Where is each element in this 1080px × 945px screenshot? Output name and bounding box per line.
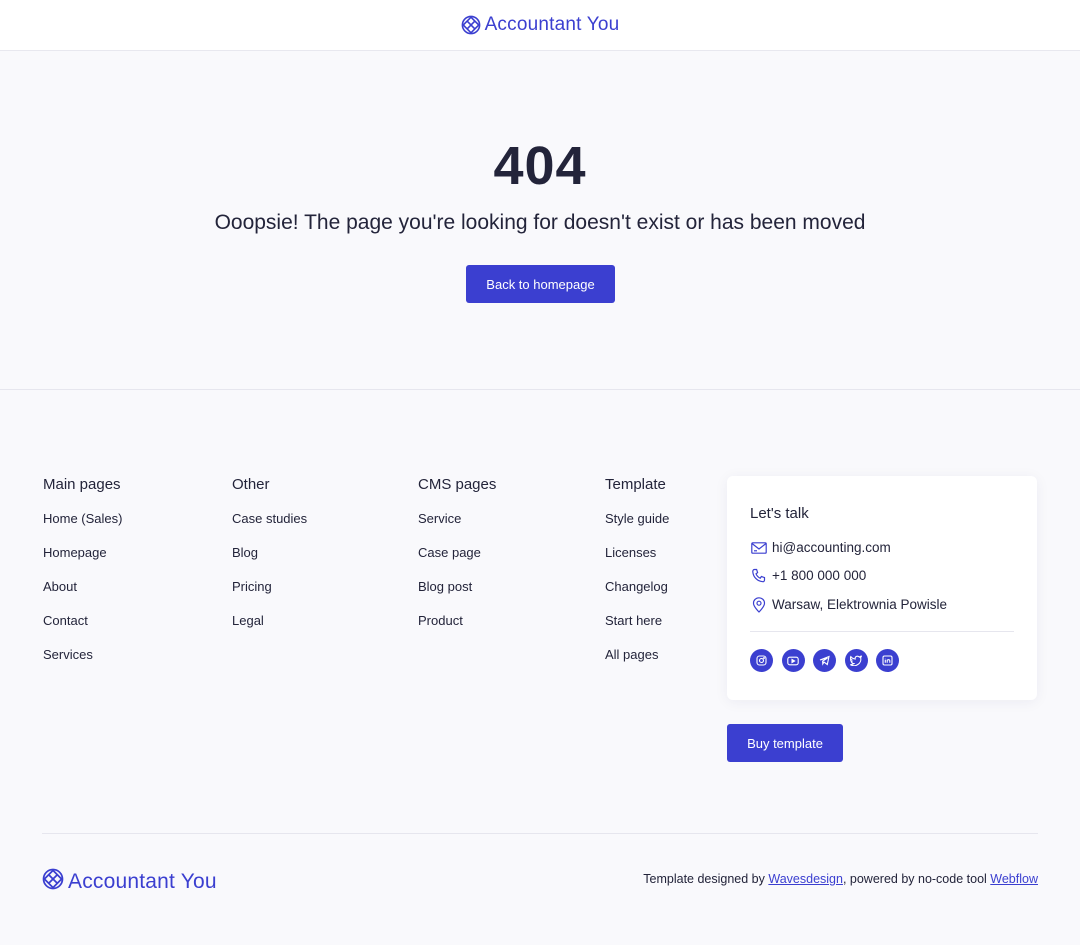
footer-link-case-page[interactable]: Case page (418, 545, 481, 560)
contact-email: hi@accounting.com (772, 540, 891, 555)
footer-link-contact[interactable]: Contact (43, 613, 88, 628)
footer-column-cms-pages: CMS pages Service Case page Blog post Pr… (418, 476, 496, 647)
footer-link-blog-post[interactable]: Blog post (418, 579, 472, 594)
location-pin-icon (750, 596, 767, 613)
mail-icon (750, 539, 767, 556)
webflow-link[interactable]: Webflow (990, 872, 1038, 886)
error-message: Ooopsie! The page you're looking for doe… (214, 211, 866, 234)
footer-link-pricing[interactable]: Pricing (232, 579, 272, 594)
footer-link-product[interactable]: Product (418, 613, 463, 628)
wavesdesign-link[interactable]: Wavesdesign (768, 872, 843, 886)
footer-column-other: Other Case studies Blog Pricing Legal (232, 476, 307, 647)
footer-link-blog[interactable]: Blog (232, 545, 258, 560)
contact-email-link[interactable]: hi@accounting.com (750, 539, 891, 556)
footer-column-title: CMS pages (418, 476, 497, 493)
footer-link-service[interactable]: Service (418, 511, 461, 526)
contact-address: Warsaw, Elektrownia Powisle (772, 597, 948, 612)
diamond-lattice-icon (461, 15, 481, 35)
footer-column-title: Main pages (43, 476, 121, 493)
footer-link-all-pages[interactable]: All pages (605, 647, 658, 662)
footer-brand-logo-link[interactable]: Accountant You (42, 868, 217, 895)
footer-column-title: Template (605, 476, 666, 493)
phone-icon (750, 567, 767, 584)
footer-link-changelog[interactable]: Changelog (605, 579, 668, 594)
footer-link-home-sales[interactable]: Home (Sales) (43, 511, 122, 526)
footer-credits: Template designed by Wavesdesign, powere… (643, 872, 1038, 886)
instagram-icon[interactable] (750, 649, 773, 672)
section-divider (0, 389, 1080, 390)
twitter-icon[interactable] (844, 649, 868, 672)
credits-prefix: Template designed by (643, 872, 769, 886)
footer-link-style-guide[interactable]: Style guide (605, 511, 669, 526)
diamond-lattice-icon (42, 868, 64, 895)
footer-brand-name: Accountant You (68, 869, 217, 893)
youtube-icon[interactable] (781, 649, 805, 672)
contact-phone: +1 800 000 000 (772, 568, 867, 583)
social-links (750, 649, 899, 672)
footer-link-homepage[interactable]: Homepage (43, 545, 107, 560)
contact-address-row: Warsaw, Elektrownia Powisle (750, 596, 947, 613)
back-to-homepage-button[interactable]: Back to homepage (466, 265, 615, 303)
brand-logo-link[interactable]: Accountant You (461, 14, 620, 36)
footer-divider (42, 833, 1038, 834)
footer-link-start-here[interactable]: Start here (605, 613, 662, 628)
footer-link-licenses[interactable]: Licenses (605, 545, 656, 560)
footer-link-about[interactable]: About (43, 579, 77, 594)
footer-link-case-studies[interactable]: Case studies (232, 511, 307, 526)
top-navbar: Accountant You (0, 0, 1080, 51)
footer-link-services[interactable]: Services (43, 647, 93, 662)
error-code: 404 (493, 136, 587, 196)
card-divider (750, 631, 1014, 632)
contact-card: Let's talk hi@accounting.com +1 800 000 … (727, 476, 1037, 700)
footer-column-main-pages: Main pages Home (Sales) Homepage About C… (43, 476, 122, 681)
footer-link-legal[interactable]: Legal (232, 613, 264, 628)
brand-name: Accountant You (484, 14, 620, 35)
error-section: 404 Ooopsie! The page you're looking for… (0, 51, 1080, 390)
contact-phone-link[interactable]: +1 800 000 000 (750, 567, 866, 584)
telegram-icon[interactable] (813, 649, 836, 672)
footer-column-template: Template Style guide Licenses Changelog … (605, 476, 669, 681)
contact-card-title: Let's talk (750, 505, 809, 522)
footer-column-title: Other (232, 476, 270, 493)
linkedin-icon[interactable] (876, 649, 899, 672)
credits-middle: , powered by no-code tool (842, 872, 991, 886)
buy-template-button[interactable]: Buy template (727, 724, 843, 762)
